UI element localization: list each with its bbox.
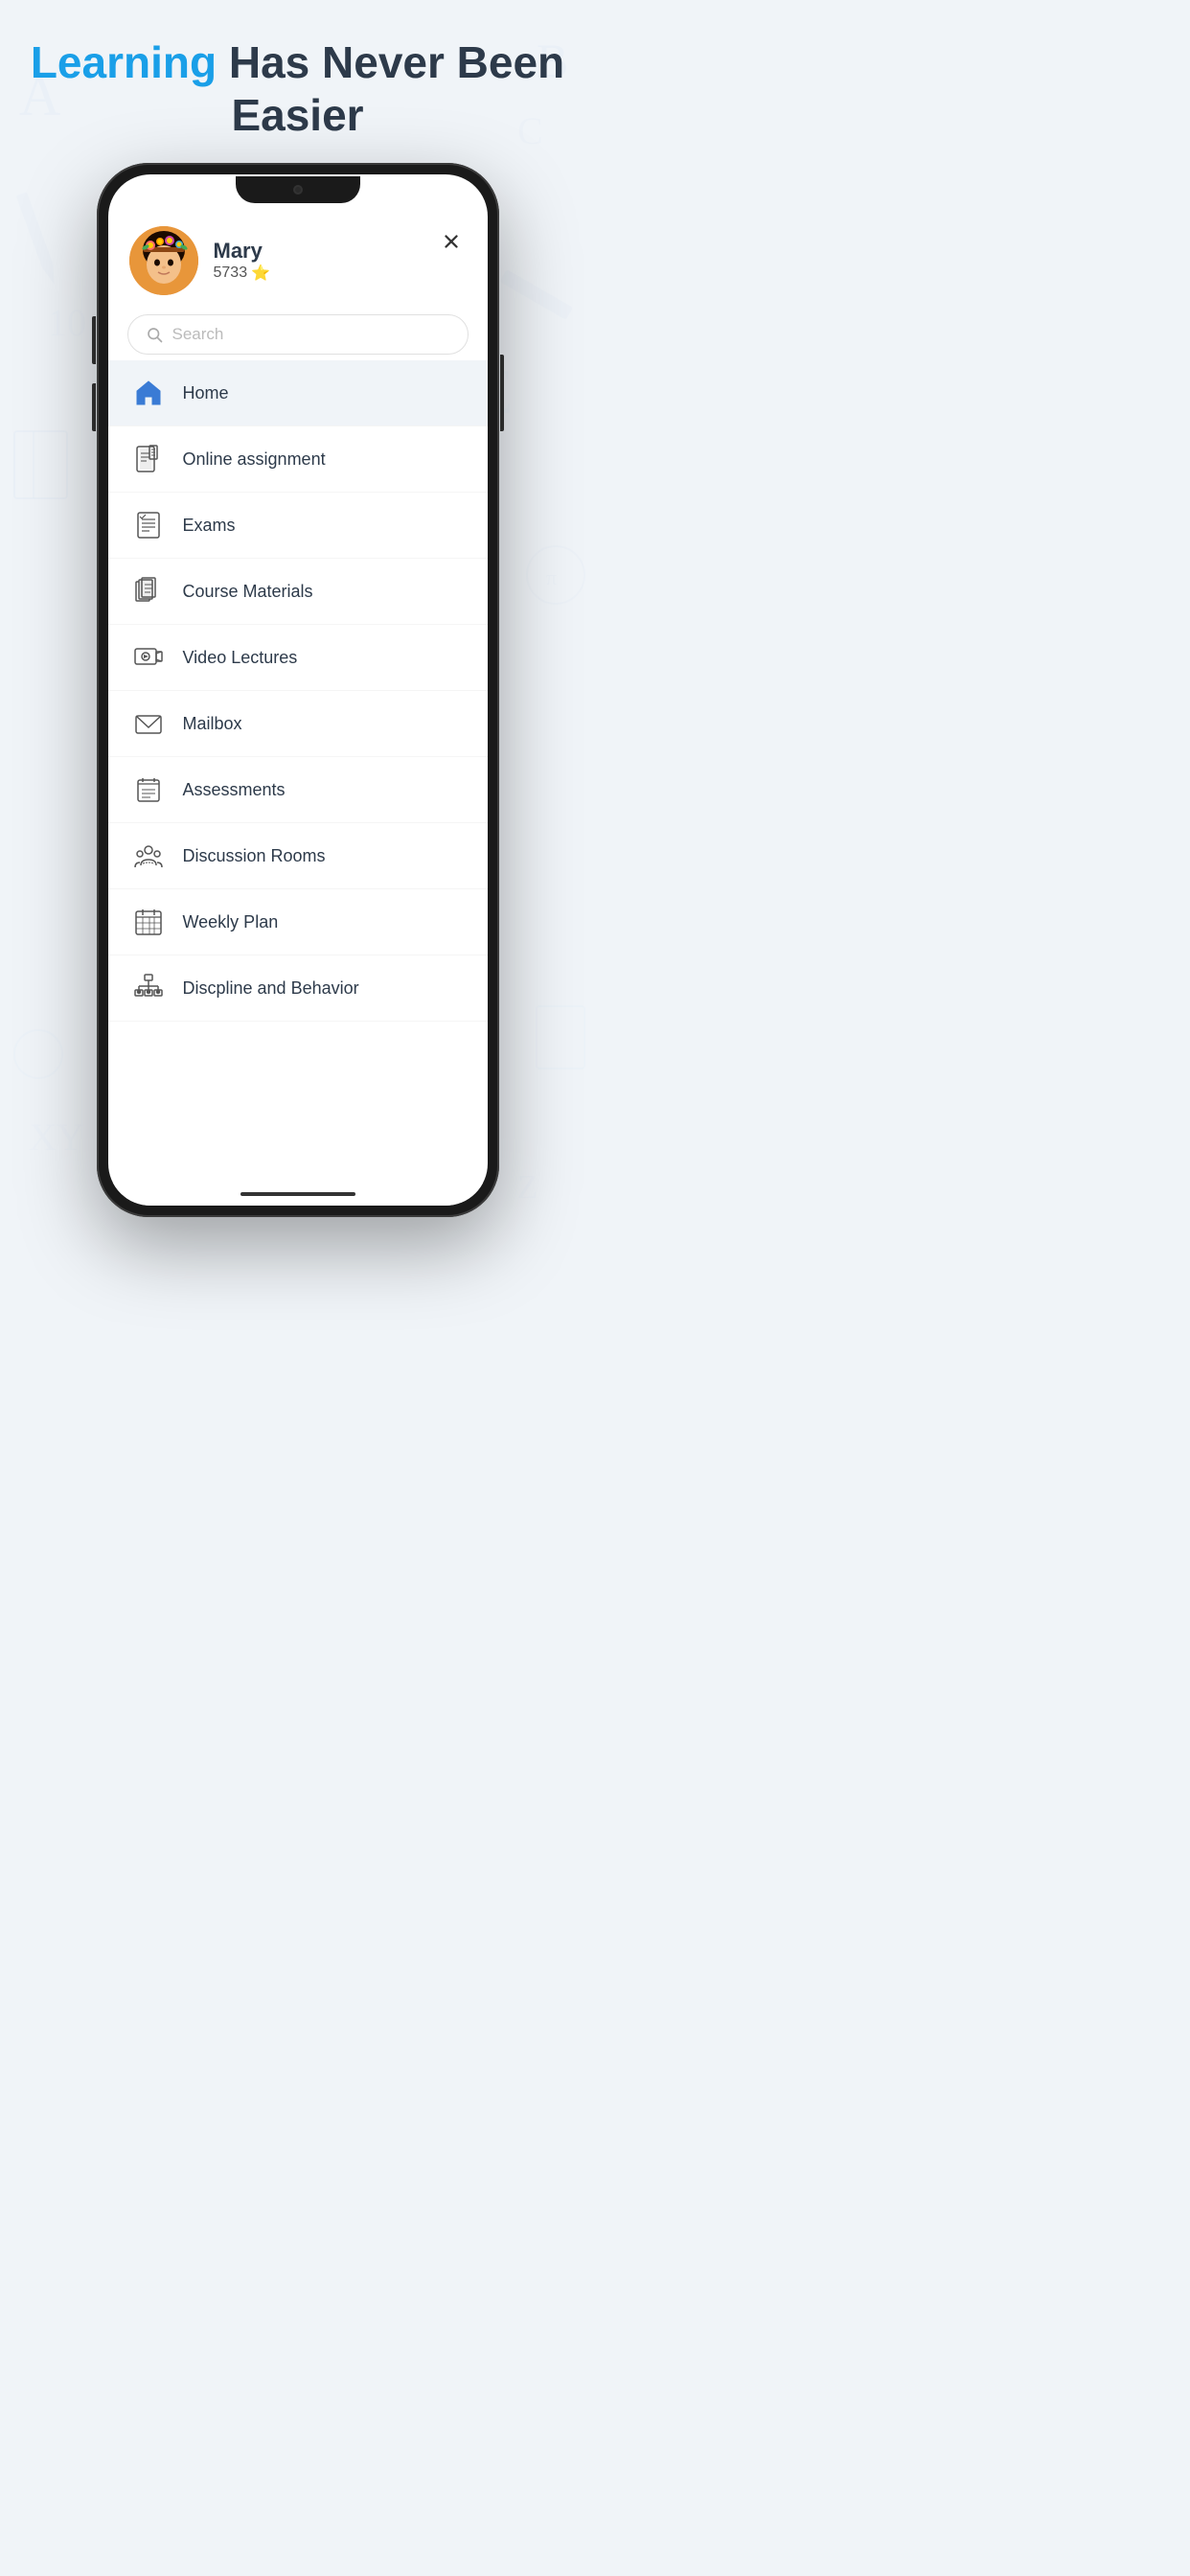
weekly-plan-icon bbox=[131, 905, 166, 939]
exams-icon bbox=[131, 508, 166, 542]
menu-label-mailbox: Mailbox bbox=[183, 714, 242, 734]
hero-rest-text: Has Never Been Easier bbox=[217, 37, 564, 140]
menu-label-video-lectures: Video Lectures bbox=[183, 648, 298, 668]
close-button[interactable] bbox=[436, 226, 467, 257]
menu-item-online-assignment[interactable]: Online assignment bbox=[108, 426, 488, 493]
menu-item-assessments[interactable]: Assessments bbox=[108, 757, 488, 823]
screen-content: Mary 5733 ⭐ bbox=[108, 174, 488, 1206]
user-name: Mary bbox=[214, 239, 271, 264]
menu-item-mailbox[interactable]: Mailbox bbox=[108, 691, 488, 757]
menu-item-course-materials[interactable]: Course Materials bbox=[108, 559, 488, 625]
phone-camera bbox=[293, 185, 303, 195]
side-button-volume-down bbox=[92, 383, 96, 431]
menu-item-exams[interactable]: Exams bbox=[108, 493, 488, 559]
svg-text:Z: Z bbox=[517, 1168, 538, 1206]
user-points: 5733 ⭐ bbox=[214, 264, 271, 283]
home-bar bbox=[240, 1192, 355, 1196]
menu-label-discussion-rooms: Discussion Rooms bbox=[183, 846, 326, 866]
discussion-rooms-icon bbox=[131, 839, 166, 873]
menu-label-home: Home bbox=[183, 383, 229, 403]
video-lectures-icon bbox=[131, 640, 166, 675]
course-materials-icon bbox=[131, 574, 166, 609]
menu-label-exams: Exams bbox=[183, 516, 236, 536]
user-info: Mary 5733 ⭐ bbox=[214, 239, 271, 283]
menu-label-discipline-behavior: Discpline and Behavior bbox=[183, 978, 359, 999]
side-button-power bbox=[500, 355, 504, 431]
avatar bbox=[129, 226, 198, 295]
hero-title: Learning Has Never Been Easier bbox=[0, 36, 595, 142]
side-button-volume-up bbox=[92, 316, 96, 364]
menu-item-weekly-plan[interactable]: Weekly Plan bbox=[108, 889, 488, 955]
assessments-icon bbox=[131, 772, 166, 807]
home-icon bbox=[131, 376, 166, 410]
search-placeholder: Search bbox=[172, 325, 224, 344]
svg-text:XY: XY bbox=[29, 1116, 84, 1159]
menu-item-home[interactable]: Home bbox=[108, 360, 488, 426]
menu-label-course-materials: Course Materials bbox=[183, 582, 313, 602]
hero-learning-word: Learning bbox=[31, 37, 217, 87]
menu-item-video-lectures[interactable]: Video Lectures bbox=[108, 625, 488, 691]
screen-header: Mary 5733 ⭐ bbox=[108, 217, 488, 305]
online-assignment-icon bbox=[131, 442, 166, 476]
search-icon bbox=[146, 326, 163, 343]
home-indicator bbox=[108, 1183, 488, 1206]
phone-frame: Mary 5733 ⭐ bbox=[97, 163, 499, 1217]
menu-label-online-assignment: Online assignment bbox=[183, 449, 326, 470]
menu-label-assessments: Assessments bbox=[183, 780, 286, 800]
menu-item-discipline-behavior[interactable]: Discpline and Behavior bbox=[108, 955, 488, 1022]
mailbox-icon bbox=[131, 706, 166, 741]
menu-list: Home bbox=[108, 360, 488, 1183]
phone-screen: Mary 5733 ⭐ bbox=[108, 174, 488, 1206]
discipline-behavior-icon bbox=[131, 971, 166, 1005]
phone-notch bbox=[236, 176, 360, 203]
user-profile: Mary 5733 ⭐ bbox=[129, 226, 271, 295]
menu-item-discussion-rooms[interactable]: Discussion Rooms bbox=[108, 823, 488, 889]
svg-text:π: π bbox=[546, 565, 557, 589]
svg-text:10: 10 bbox=[48, 301, 86, 344]
search-bar[interactable]: Search bbox=[127, 314, 469, 355]
menu-label-weekly-plan: Weekly Plan bbox=[183, 912, 279, 932]
